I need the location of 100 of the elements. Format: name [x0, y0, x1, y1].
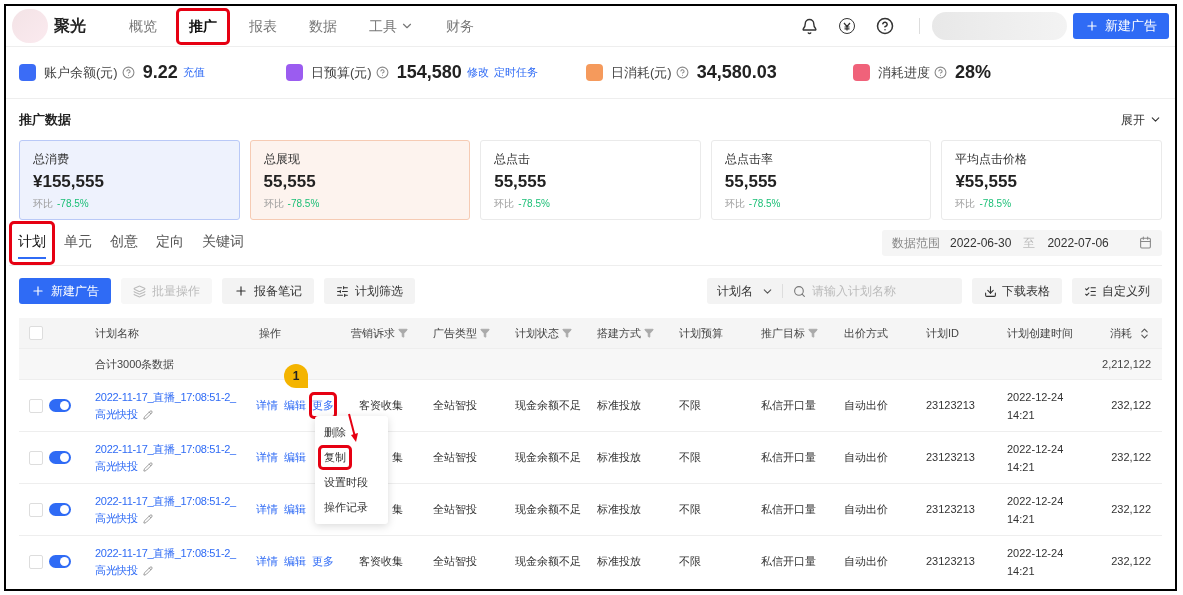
checkbox[interactable]	[29, 502, 43, 517]
table-cell-text: 自动出价	[844, 398, 889, 414]
edit-icon[interactable]	[142, 461, 153, 472]
table-cell-text: 自动出价	[844, 450, 889, 466]
filter-icon[interactable]	[644, 328, 654, 338]
table-cell-text: 不限	[679, 502, 702, 518]
tab[interactable]: 关键词	[193, 220, 253, 265]
column-header: 出价方式	[844, 325, 888, 341]
checkbox[interactable]	[29, 398, 43, 413]
metric-value: ¥155,555	[33, 171, 105, 193]
stat-link[interactable]: 修改	[466, 64, 489, 81]
table-cell-text: 集	[392, 450, 403, 466]
table-cell-text: 现金余额不足	[515, 554, 582, 570]
checkbox[interactable]	[29, 554, 43, 569]
metric-label: 总点击	[494, 151, 532, 167]
summary-label: 合计3000条数据	[95, 356, 176, 372]
change-value: -78.5%	[518, 197, 550, 211]
menu-item[interactable]: 操作记录	[318, 495, 374, 520]
bell-icon[interactable]	[801, 17, 818, 35]
change-value: -78.5%	[287, 197, 320, 211]
table-cell-text: 客资收集	[359, 554, 403, 570]
action-link[interactable]: 编辑	[281, 496, 309, 523]
nav-item[interactable]: 概览	[116, 7, 170, 45]
action-link[interactable]: 编辑	[281, 444, 309, 471]
plan-name-link[interactable]: 2022-11-17_直播_17:08:51-2_高光快投	[95, 440, 241, 475]
action-link[interactable]: 详情	[253, 444, 281, 471]
checkbox[interactable]	[29, 450, 43, 465]
toggle-switch[interactable]	[49, 503, 71, 516]
metric-label: 平均点击价格	[955, 151, 1029, 167]
menu-item[interactable]: 复制	[318, 445, 352, 470]
tab[interactable]: 定向	[147, 220, 193, 265]
stat-link[interactable]: 定时任务	[493, 64, 538, 81]
stat-label: 账户余额(元)	[44, 63, 118, 82]
table-cell-text: 23123213	[926, 398, 976, 414]
scope-select[interactable]: 计划名	[707, 282, 774, 300]
table-cell-text: 232,122	[1110, 398, 1152, 414]
table-cell-text: 现金余额不足	[515, 450, 582, 466]
toolbar-button[interactable]: 计划筛选	[324, 278, 415, 304]
metric-value: ¥55,555	[955, 171, 1018, 193]
plus-icon	[1085, 19, 1099, 33]
action-link[interactable]: 编辑	[281, 392, 309, 419]
stat-value: 154,580	[396, 61, 462, 84]
nav-item[interactable]: 报表	[236, 7, 290, 45]
tab[interactable]: 计划	[9, 220, 55, 265]
stat-label: 日消耗(元)	[611, 63, 672, 82]
download-button[interactable]: 下载表格	[972, 278, 1062, 304]
plan-name-link[interactable]: 2022-11-17_直播_17:08:51-2_高光快投	[95, 544, 241, 579]
edit-icon[interactable]	[142, 565, 153, 576]
new-ad-button[interactable]: 新建广告	[1073, 13, 1169, 39]
nav-item[interactable]: 数据	[296, 7, 350, 45]
toggle-switch[interactable]	[49, 555, 71, 568]
column-header: 搭建方式	[597, 325, 641, 341]
tab[interactable]: 单元	[55, 220, 101, 265]
toggle-switch[interactable]	[49, 451, 71, 464]
plan-name-link[interactable]: 2022-11-17_直播_17:08:51-2_高光快投	[95, 388, 241, 423]
filter-icon[interactable]	[398, 328, 408, 338]
table-cell-text: 23123213	[926, 554, 976, 570]
table-cell-text: 2022-12-24 14:21	[1007, 493, 1065, 527]
action-link[interactable]: 编辑	[281, 548, 309, 575]
action-link[interactable]: 更多	[309, 548, 337, 575]
stat-value: 34,580.03	[696, 61, 777, 84]
nav-item[interactable]: 工具	[356, 7, 427, 45]
sort-icon[interactable]	[1138, 326, 1151, 340]
toolbar-button[interactable]: 报备笔记	[222, 278, 314, 304]
stat-link[interactable]: 充值	[182, 64, 205, 81]
table-cell-text: 232,122	[1110, 450, 1152, 466]
change-label: 环比	[494, 197, 515, 211]
filter-icon[interactable]	[562, 328, 572, 338]
filter-icon[interactable]	[480, 328, 490, 338]
menu-item[interactable]: 设置时段	[318, 470, 374, 495]
metric-label: 总消费	[33, 151, 70, 167]
column-header: 计划名称	[95, 325, 139, 341]
metric-value: 55,555	[263, 171, 317, 193]
table-cell-text: 2022-12-24 14:21	[1007, 441, 1065, 475]
custom-columns-button[interactable]: 自定义列	[1072, 278, 1162, 304]
help-icon[interactable]	[876, 17, 894, 35]
column-header: 推广目标	[761, 325, 805, 341]
action-link[interactable]: 详情	[253, 548, 281, 575]
metric-label: 总展现	[263, 151, 301, 167]
edit-icon[interactable]	[142, 409, 153, 420]
toolbar-button[interactable]: 新建广告	[19, 278, 111, 304]
calendar-icon	[1139, 236, 1152, 249]
table-cell-text: 不限	[679, 450, 702, 466]
expand-toggle[interactable]: 展开	[1121, 110, 1162, 129]
checkbox[interactable]	[29, 326, 43, 340]
tab[interactable]: 创意	[101, 220, 147, 265]
app-name: 聚光	[54, 16, 86, 36]
nav-item[interactable]: 推广	[176, 7, 230, 45]
menu-item[interactable]: 删除	[318, 420, 352, 445]
toggle-switch[interactable]	[49, 399, 71, 412]
change-label: 环比	[724, 197, 745, 211]
annotation-arrow	[346, 413, 360, 443]
filter-icon[interactable]	[808, 328, 818, 338]
table-cell-text: 23123213	[926, 450, 976, 466]
action-link[interactable]: 详情	[253, 392, 281, 419]
action-link[interactable]: 详情	[253, 496, 281, 523]
plan-name-link[interactable]: 2022-11-17_直播_17:08:51-2_高光快投	[95, 492, 241, 527]
nav-item[interactable]: 财务	[433, 7, 487, 45]
change-value: -78.5%	[979, 197, 1012, 211]
edit-icon[interactable]	[142, 513, 153, 524]
